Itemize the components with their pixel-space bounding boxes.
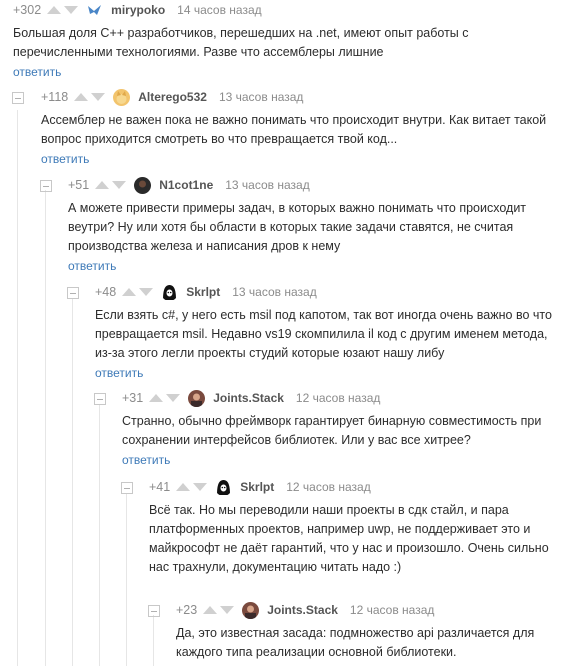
comment-time[interactable]: 14 часов назад bbox=[177, 3, 261, 17]
reply-link[interactable]: ответить bbox=[122, 453, 170, 467]
cat-avatar-icon[interactable] bbox=[113, 88, 131, 106]
comment: +302 mirypoko 14 часов назад Большая дол… bbox=[13, 0, 558, 81]
comment-score: +41 bbox=[149, 480, 171, 494]
comment: +23 Joints.Stack 12 часов назад Да, это … bbox=[176, 600, 546, 662]
comment-text: Всё так. Но мы переводили наши проекты в… bbox=[149, 503, 549, 574]
reply-link[interactable]: ответить bbox=[68, 259, 116, 273]
upvote-icon[interactable] bbox=[47, 6, 62, 14]
comment: +48 Skrlpt 13 часов назад Если взять c#,… bbox=[95, 282, 563, 382]
upvote-icon[interactable] bbox=[149, 394, 164, 402]
collapse-thread-icon[interactable] bbox=[94, 393, 106, 405]
comment-time[interactable]: 13 часов назад bbox=[232, 285, 316, 299]
reply-link[interactable]: ответить bbox=[13, 65, 61, 79]
comment-author[interactable]: Alterego532 bbox=[138, 90, 207, 104]
upvote-icon[interactable] bbox=[95, 181, 110, 189]
comment-author[interactable]: Joints.Stack bbox=[213, 391, 284, 405]
hooded-avatar-icon[interactable] bbox=[161, 283, 179, 301]
comment-text: Большая доля C++ разработчиков, перешедш… bbox=[13, 26, 469, 59]
thread-line bbox=[72, 298, 73, 666]
comment-text: Да, это известная засада: подмножество a… bbox=[176, 626, 535, 659]
comment-text: Если взять c#, у него есть msil под капо… bbox=[95, 308, 552, 360]
reply-link[interactable]: ответить bbox=[95, 366, 143, 380]
downvote-icon[interactable] bbox=[112, 181, 127, 189]
comment-text: А можете привести примеры задач, в котор… bbox=[68, 201, 527, 253]
comment-time[interactable]: 12 часов назад bbox=[350, 603, 434, 617]
downvote-icon[interactable] bbox=[166, 394, 181, 402]
thread-line bbox=[99, 405, 100, 666]
comment: +31 Joints.Stack 12 часов назад Странно,… bbox=[122, 388, 562, 469]
comment-text: Ассемблер не важен пока не важно понимат… bbox=[41, 113, 547, 146]
thread-line bbox=[126, 493, 127, 666]
comment-score: +302 bbox=[13, 3, 42, 17]
comment-score: +48 bbox=[95, 285, 117, 299]
collapse-thread-icon[interactable] bbox=[12, 92, 24, 104]
comment-time[interactable]: 13 часов назад bbox=[225, 178, 309, 192]
collapse-thread-icon[interactable] bbox=[67, 287, 79, 299]
dark-avatar-icon[interactable] bbox=[134, 176, 152, 194]
downvote-icon[interactable] bbox=[193, 483, 208, 491]
comment-time[interactable]: 12 часов назад bbox=[286, 480, 370, 494]
comment-author[interactable]: Skrlpt bbox=[240, 480, 274, 494]
comment: +118 Alterego532 13 часов назад Ассембле… bbox=[41, 87, 561, 168]
comment-author[interactable]: mirypoko bbox=[111, 3, 165, 17]
upvote-icon[interactable] bbox=[122, 288, 137, 296]
comment-text: Странно, обычно фреймворк гарантирует би… bbox=[122, 414, 542, 447]
upvote-icon[interactable] bbox=[176, 483, 191, 491]
comment-score: +23 bbox=[176, 603, 198, 617]
thread-line bbox=[17, 110, 18, 666]
downvote-icon[interactable] bbox=[220, 606, 235, 614]
photo-avatar-icon[interactable] bbox=[188, 389, 206, 407]
collapse-thread-icon[interactable] bbox=[148, 605, 160, 617]
thread-line bbox=[45, 190, 46, 666]
downvote-icon[interactable] bbox=[64, 6, 79, 14]
hooded-avatar-icon[interactable] bbox=[215, 478, 233, 496]
comment-author[interactable]: Skrlpt bbox=[186, 285, 220, 299]
upvote-icon[interactable] bbox=[203, 606, 218, 614]
comment-author[interactable]: N1cot1ne bbox=[159, 178, 213, 192]
comment-time[interactable]: 13 часов назад bbox=[219, 90, 303, 104]
collapse-thread-icon[interactable] bbox=[121, 482, 133, 494]
upvote-icon[interactable] bbox=[74, 93, 89, 101]
comment-time[interactable]: 12 часов назад bbox=[296, 391, 380, 405]
thread-line bbox=[153, 615, 154, 666]
downvote-icon[interactable] bbox=[91, 93, 106, 101]
comment-score: +51 bbox=[68, 178, 90, 192]
photo-avatar-icon[interactable] bbox=[242, 601, 260, 619]
comment-author[interactable]: Joints.Stack bbox=[267, 603, 338, 617]
reply-link[interactable]: ответить bbox=[41, 152, 89, 166]
comment: +51 N1cot1ne 13 часов назад А можете при… bbox=[68, 175, 563, 275]
collapse-thread-icon[interactable] bbox=[40, 180, 52, 192]
bird-icon[interactable] bbox=[86, 2, 103, 19]
comment-score: +118 bbox=[41, 90, 69, 104]
comment-score: +31 bbox=[122, 391, 144, 405]
downvote-icon[interactable] bbox=[139, 288, 154, 296]
comment: +41 Skrlpt 12 часов назад Всё так. Но мы… bbox=[149, 477, 554, 577]
